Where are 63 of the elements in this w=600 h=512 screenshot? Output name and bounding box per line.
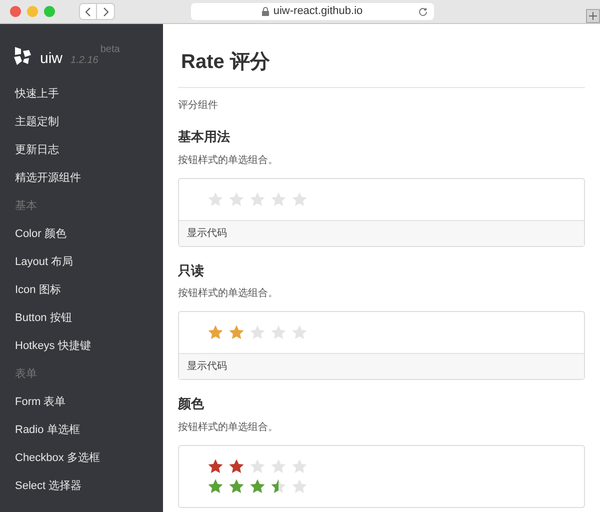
star-icon[interactable] (270, 190, 287, 208)
section-heading: 只读 (178, 262, 205, 280)
sidebar-item[interactable]: Hotkeys 快捷键 (0, 332, 163, 360)
section-heading: 颜色 (178, 395, 205, 413)
star-icon[interactable] (228, 324, 245, 341)
sidebar-item[interactable]: 快速上手 (0, 80, 163, 108)
star-rating[interactable] (207, 478, 308, 494)
star-icon[interactable] (291, 478, 308, 494)
star-icon[interactable] (249, 458, 266, 474)
star-icon[interactable] (207, 458, 224, 474)
plus-icon (589, 12, 597, 20)
section-heading: 基本用法 (178, 128, 231, 146)
sidebar-item[interactable]: Select 选择器 (0, 472, 163, 500)
chevron-right-icon (102, 6, 108, 16)
star-icon[interactable] (207, 478, 224, 494)
sidebar-item[interactable]: Checkbox 多选框 (0, 444, 163, 472)
sidebar-item[interactable]: Layout 布局 (0, 248, 163, 276)
star-icon[interactable] (270, 458, 287, 474)
sidebar-item[interactable]: Radio 单选框 (0, 416, 163, 444)
star-icon[interactable] (291, 190, 308, 208)
show-code-button[interactable]: 显示代码 (179, 220, 584, 246)
star-rating[interactable] (207, 458, 308, 474)
address-bar[interactable]: uiw-react.github.io (191, 3, 434, 20)
star-icon[interactable] (270, 478, 287, 494)
star-icon[interactable] (207, 190, 224, 208)
star-icon[interactable] (249, 190, 266, 208)
forward-button[interactable] (97, 3, 115, 20)
version-text: 1.2.16 (70, 56, 98, 66)
beta-label: beta (100, 43, 120, 57)
section-description: 按钮样式的单选组合。 (178, 286, 279, 301)
url-text: uiw-react.github.io (273, 4, 363, 20)
star-icon[interactable] (270, 324, 287, 341)
chevron-left-icon (85, 6, 91, 16)
sidebar-group-label: 表单 (14, 366, 38, 382)
back-button[interactable] (79, 3, 97, 20)
star-rating[interactable] (207, 190, 308, 208)
page-subtitle: 评分组件 (178, 99, 219, 113)
star-icon[interactable] (228, 458, 245, 474)
sidebar-item[interactable]: 精选开源组件 (0, 164, 163, 192)
sidebar-item[interactable]: 更新日志 (0, 136, 163, 164)
star-icon[interactable] (228, 190, 245, 208)
sidebar-item[interactable]: Color 颜色 (0, 220, 163, 248)
star-rating[interactable] (207, 324, 308, 341)
sidebar-group-label: 基本 (14, 198, 38, 214)
sidebar-item[interactable]: Icon 图标 (0, 276, 163, 304)
new-tab-button[interactable] (586, 9, 600, 23)
star-icon[interactable] (291, 458, 308, 474)
star-icon[interactable] (228, 478, 245, 494)
section-description: 按钮样式的单选组合。 (178, 154, 279, 168)
star-icon[interactable] (249, 324, 266, 341)
star-icon[interactable] (291, 324, 308, 341)
star-icon[interactable] (207, 324, 224, 341)
star-icon[interactable] (249, 478, 266, 494)
logo-text: uiw (40, 51, 63, 66)
sidebar-item[interactable]: Button 按钮 (0, 304, 163, 332)
section-description: 按钮样式的单选组合。 (178, 420, 279, 434)
lock-icon (262, 7, 270, 16)
sidebar-item[interactable]: Form 表单 (0, 388, 163, 416)
reload-icon[interactable] (418, 6, 428, 16)
page-title: Rate 评分 (178, 47, 585, 88)
sidebar-item[interactable]: 主题定制 (0, 108, 163, 136)
logo-icon (12, 46, 32, 66)
show-code-button[interactable]: 显示代码 (179, 353, 584, 379)
